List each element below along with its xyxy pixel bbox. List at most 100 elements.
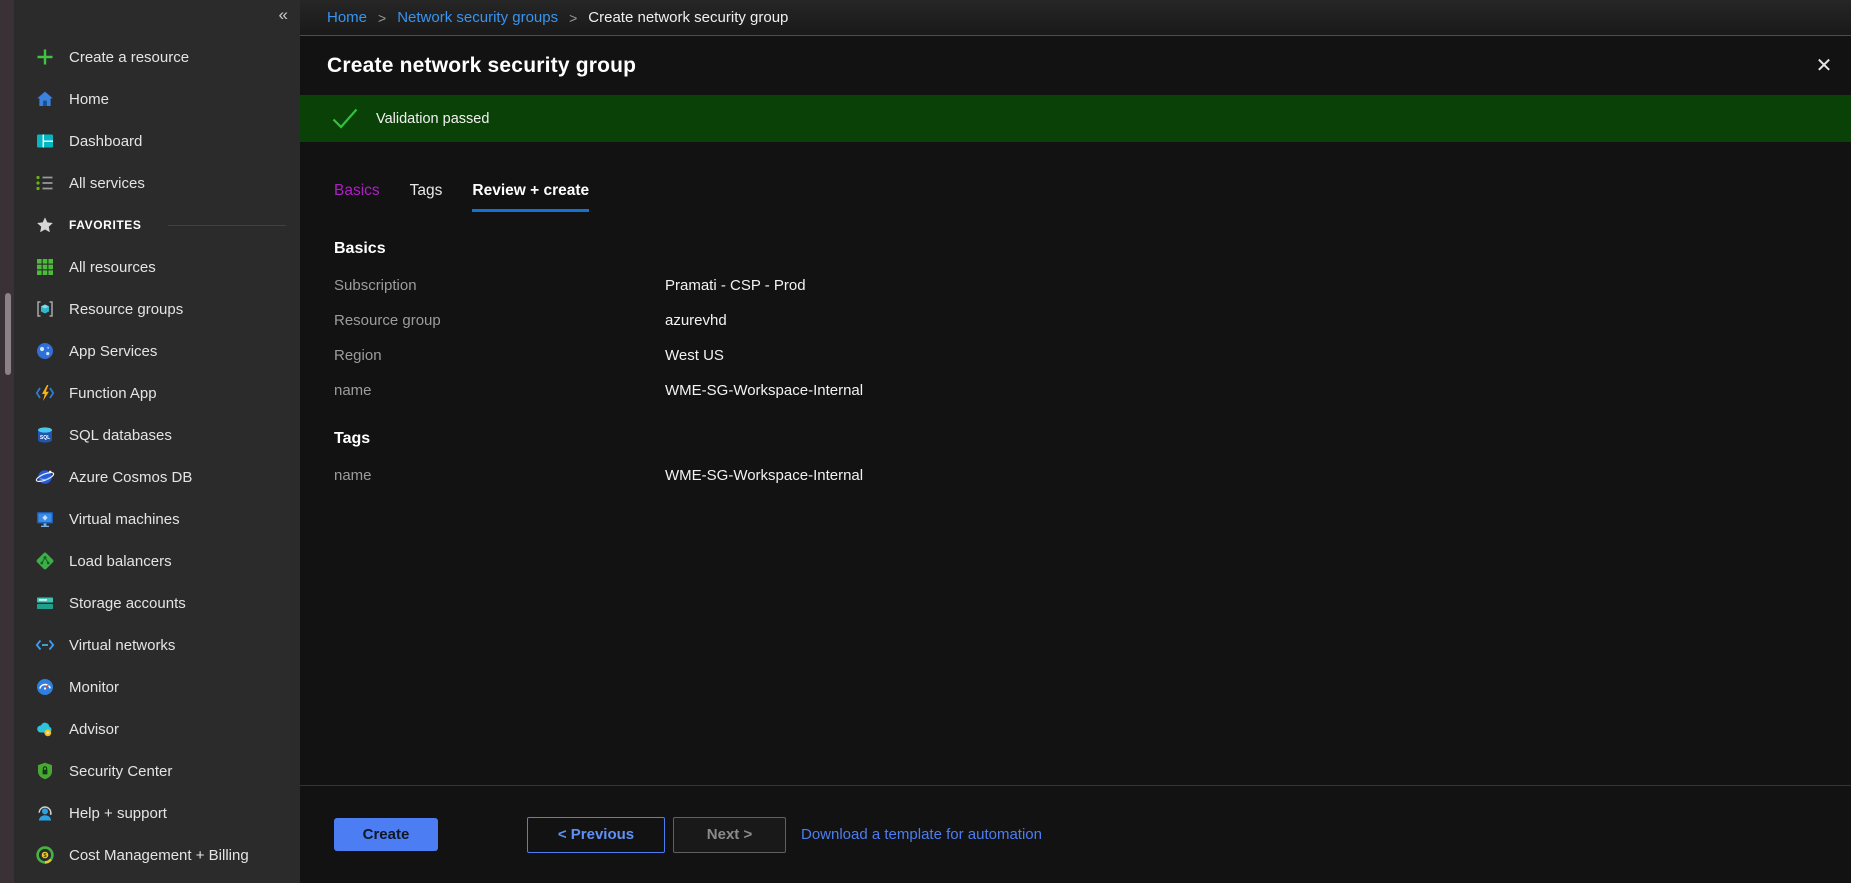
sidebar-item-label: Help + support bbox=[69, 805, 167, 822]
row-value: Pramati - CSP - Prod bbox=[665, 277, 806, 294]
sidebar-item-advisor[interactable]: Advisor bbox=[14, 708, 300, 750]
row-label: Subscription bbox=[334, 277, 665, 294]
sidebar-item-label: Security Center bbox=[69, 763, 172, 780]
review-row-resource-group: Resource group azurevhd bbox=[334, 303, 1851, 338]
check-icon bbox=[331, 107, 359, 130]
cosmos-db-icon bbox=[35, 467, 55, 487]
breadcrumb-network-security-groups-link[interactable]: Network security groups bbox=[397, 9, 558, 26]
main-panel: Home > Network security groups > Create … bbox=[300, 0, 1851, 883]
sidebar-item-label: Cost Management + Billing bbox=[69, 847, 249, 864]
monitor-icon bbox=[35, 677, 55, 697]
review-row-subscription: Subscription Pramati - CSP - Prod bbox=[334, 268, 1851, 303]
row-value: WME-SG-Workspace-Internal bbox=[665, 382, 863, 399]
sidebar-item-label: All services bbox=[69, 175, 145, 192]
sidebar-collapse-icon[interactable]: « bbox=[279, 5, 288, 25]
sidebar-item-label: Azure Cosmos DB bbox=[69, 469, 192, 486]
sidebar-item-label: Create a resource bbox=[69, 49, 189, 66]
sidebar-item-virtual-networks[interactable]: Virtual networks bbox=[14, 624, 300, 666]
page-header: Create network security group ✕ bbox=[300, 36, 1851, 95]
help-support-icon bbox=[35, 803, 55, 823]
download-template-link[interactable]: Download a template for automation bbox=[801, 826, 1042, 843]
app-services-icon bbox=[35, 341, 55, 361]
sidebar-item-security-center[interactable]: Security Center bbox=[14, 750, 300, 792]
sidebar-item-create-a-resource[interactable]: Create a resource bbox=[14, 36, 300, 78]
sidebar-item-home[interactable]: Home bbox=[14, 78, 300, 120]
page-title: Create network security group bbox=[327, 54, 636, 78]
tab-bar: Basics Tags Review + create bbox=[334, 182, 1851, 212]
azure-portal-window: « Create a resource Home Dashboard All s… bbox=[0, 0, 1851, 883]
next-button[interactable]: Next > bbox=[673, 817, 786, 853]
row-label: Resource group bbox=[334, 312, 665, 329]
sidebar-item-label: SQL databases bbox=[69, 427, 172, 444]
tab-review-create[interactable]: Review + create bbox=[472, 182, 589, 212]
left-scrollbar-thumb[interactable] bbox=[5, 293, 11, 375]
validation-banner: Validation passed bbox=[300, 95, 1851, 142]
security-center-icon bbox=[35, 761, 55, 781]
sidebar-item-label: Virtual machines bbox=[69, 511, 180, 528]
review-row-region: Region West US bbox=[334, 338, 1851, 373]
review-create-content: Basics Tags Review + create Basics Subsc… bbox=[300, 142, 1851, 785]
sidebar-item-all-resources[interactable]: All resources bbox=[14, 246, 300, 288]
sidebar-section-label: FAVORITES bbox=[69, 218, 142, 232]
sidebar-item-resource-groups[interactable]: Resource groups bbox=[14, 288, 300, 330]
svg-text:SQL: SQL bbox=[40, 435, 50, 441]
row-label: name bbox=[334, 467, 665, 484]
sidebar-item-label: Advisor bbox=[69, 721, 119, 738]
footer-bar: Create < Previous Next > Download a temp… bbox=[300, 785, 1851, 883]
breadcrumb: Home > Network security groups > Create … bbox=[300, 0, 1851, 36]
sidebar-item-label: All resources bbox=[69, 259, 156, 276]
storage-accounts-icon bbox=[35, 593, 55, 613]
sidebar-item-label: Storage accounts bbox=[69, 595, 186, 612]
favorites-divider bbox=[168, 225, 286, 226]
sidebar-item-help-support[interactable]: Help + support bbox=[14, 792, 300, 834]
sidebar-item-label: Resource groups bbox=[69, 301, 183, 318]
row-value: WME-SG-Workspace-Internal bbox=[665, 467, 863, 484]
plus-icon bbox=[35, 47, 55, 67]
review-row-tag-name: name WME-SG-Workspace-Internal bbox=[334, 458, 1851, 493]
breadcrumb-current-page: Create network security group bbox=[588, 9, 788, 26]
sidebar-item-all-services[interactable]: All services bbox=[14, 162, 300, 204]
row-value: West US bbox=[665, 347, 724, 364]
previous-button[interactable]: < Previous bbox=[527, 817, 665, 853]
sidebar-item-storage-accounts[interactable]: Storage accounts bbox=[14, 582, 300, 624]
sidebar: « Create a resource Home Dashboard All s… bbox=[14, 0, 300, 883]
function-app-icon bbox=[35, 383, 55, 403]
breadcrumb-home-link[interactable]: Home bbox=[327, 9, 367, 26]
virtual-machines-icon bbox=[35, 509, 55, 529]
sidebar-item-label: Monitor bbox=[69, 679, 119, 696]
sidebar-item-cost-management-billing[interactable]: $ Cost Management + Billing bbox=[14, 834, 300, 876]
row-value: azurevhd bbox=[665, 312, 727, 329]
sidebar-section-favorites: FAVORITES bbox=[14, 204, 300, 246]
tab-tags[interactable]: Tags bbox=[410, 182, 443, 212]
sidebar-item-app-services[interactable]: App Services bbox=[14, 330, 300, 372]
tab-basics[interactable]: Basics bbox=[334, 182, 380, 212]
sidebar-item-sql-databases[interactable]: SQL SQL databases bbox=[14, 414, 300, 456]
breadcrumb-chevron-icon: > bbox=[378, 10, 386, 26]
sidebar-item-label: App Services bbox=[69, 343, 157, 360]
sidebar-item-azure-cosmos-db[interactable]: Azure Cosmos DB bbox=[14, 456, 300, 498]
sidebar-item-label: Home bbox=[69, 91, 109, 108]
sidebar-item-function-app[interactable]: Function App bbox=[14, 372, 300, 414]
left-scrollbar-track[interactable] bbox=[0, 0, 14, 883]
virtual-networks-icon bbox=[35, 635, 55, 655]
sidebar-item-load-balancers[interactable]: Load balancers bbox=[14, 540, 300, 582]
sidebar-item-label: Dashboard bbox=[69, 133, 142, 150]
section-heading-basics: Basics bbox=[334, 240, 1851, 258]
sidebar-item-monitor[interactable]: Monitor bbox=[14, 666, 300, 708]
row-label: name bbox=[334, 382, 665, 399]
sidebar-item-label: Function App bbox=[69, 385, 157, 402]
review-row-name: name WME-SG-Workspace-Internal bbox=[334, 373, 1851, 408]
cost-management-icon: $ bbox=[35, 845, 55, 865]
advisor-icon bbox=[35, 719, 55, 739]
close-icon[interactable]: ✕ bbox=[1807, 49, 1841, 83]
all-resources-icon bbox=[35, 257, 55, 277]
sidebar-item-dashboard[interactable]: Dashboard bbox=[14, 120, 300, 162]
sql-databases-icon: SQL bbox=[35, 425, 55, 445]
resource-groups-icon bbox=[35, 299, 55, 319]
create-button[interactable]: Create bbox=[334, 818, 438, 851]
star-icon bbox=[35, 215, 55, 235]
sidebar-item-label: Load balancers bbox=[69, 553, 172, 570]
validation-message: Validation passed bbox=[376, 111, 489, 127]
sidebar-item-virtual-machines[interactable]: Virtual machines bbox=[14, 498, 300, 540]
svg-text:$: $ bbox=[43, 853, 46, 859]
